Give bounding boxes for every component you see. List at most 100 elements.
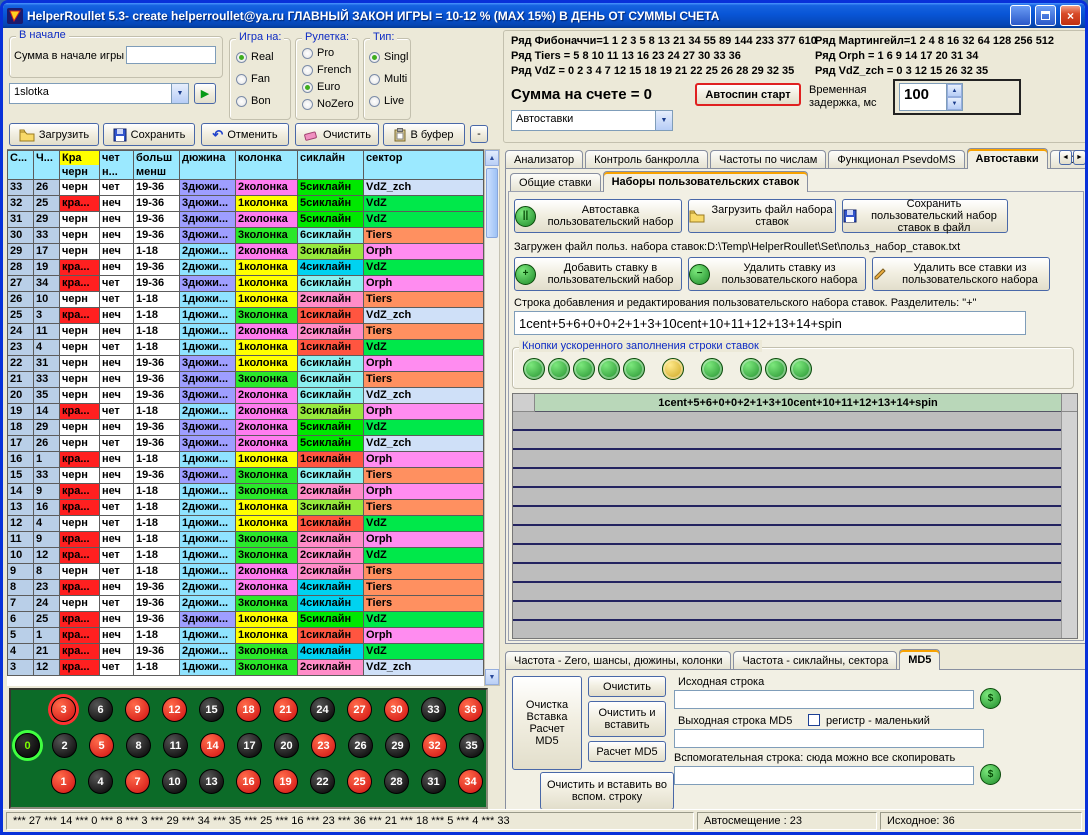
column-header[interactable]: С... bbox=[8, 151, 34, 180]
radio-pro[interactable]: Pro bbox=[302, 47, 334, 59]
roulette-number-33[interactable]: 33 bbox=[421, 697, 446, 722]
table-row[interactable]: 312кра...чет1-181дюжи...3колонка2сиклайн… bbox=[8, 660, 484, 676]
roulette-number-17[interactable]: 17 bbox=[237, 733, 262, 758]
table-row[interactable]: 98чернчет1-181дюжи...2колонка2сиклайнTie… bbox=[8, 564, 484, 580]
roulette-number-27[interactable]: 27 bbox=[347, 697, 372, 722]
md5-source-input[interactable] bbox=[674, 690, 974, 709]
roulette-number-28[interactable]: 28 bbox=[384, 769, 409, 794]
delay-spinner[interactable]: 100 ▲ ▼ bbox=[899, 83, 963, 111]
column-header[interactable]: четн... bbox=[100, 151, 134, 180]
table-row[interactable]: 823кра...неч19-362дюжи...2колонка4сиклай… bbox=[8, 580, 484, 596]
bet-list-row[interactable] bbox=[513, 412, 1061, 431]
column-header[interactable]: колонка bbox=[236, 151, 298, 180]
roulette-number-32[interactable]: 32 bbox=[422, 733, 447, 758]
table-row[interactable]: 1316кра...чет1-182дюжи...1колонка3сиклай… bbox=[8, 500, 484, 516]
table-row[interactable]: 2734кра...чет19-363дюжи...1колонка6сикла… bbox=[8, 276, 484, 292]
column-header[interactable]: дюжина bbox=[180, 151, 236, 180]
delete-all-bets-button[interactable]: Удалить все ставки из пользовательского … bbox=[872, 257, 1050, 291]
radio-nozero[interactable]: NoZero bbox=[302, 98, 354, 110]
radio-multi[interactable]: Multi bbox=[369, 73, 407, 85]
table-row[interactable]: 724чернчет19-362дюжи...3колонка4сиклайнT… bbox=[8, 596, 484, 612]
table-row[interactable]: 1012кра...чет1-181дюжи...3колонка2сиклай… bbox=[8, 548, 484, 564]
bet-list-row[interactable] bbox=[513, 507, 1061, 526]
bet-chip-button[interactable] bbox=[523, 358, 545, 380]
delete-bet-button[interactable]: − Удалить ставку из пользовательского на… bbox=[688, 257, 866, 291]
column-header[interactable]: сектор bbox=[364, 151, 484, 180]
tab-psevdoms[interactable]: Функционал PsevdoMS bbox=[828, 150, 964, 168]
add-bet-button[interactable]: + Добавить ставку в пользовательский наб… bbox=[514, 257, 682, 291]
bet-chip-button[interactable] bbox=[623, 358, 645, 380]
bet-list-row[interactable] bbox=[513, 545, 1061, 564]
minimize-button[interactable]: _ bbox=[1010, 5, 1031, 26]
table-row[interactable]: 3033черннеч19-363дюжи...3колонка6сиклайн… bbox=[8, 228, 484, 244]
bet-chip-button[interactable] bbox=[573, 358, 595, 380]
chevron-down-icon[interactable]: ▼ bbox=[655, 111, 672, 130]
chevron-down-icon[interactable]: ▼ bbox=[171, 84, 188, 103]
roulette-number-6[interactable]: 6 bbox=[88, 697, 113, 722]
scroll-thumb[interactable] bbox=[486, 168, 498, 238]
table-row[interactable]: 2411черннеч1-181дюжи...2колонка2сиклайнT… bbox=[8, 324, 484, 340]
bet-list-row[interactable] bbox=[513, 526, 1061, 545]
bet-chip-button[interactable] bbox=[548, 358, 570, 380]
table-row[interactable]: 2819кра...неч19-362дюжи...1колонка4сикла… bbox=[8, 260, 484, 276]
bet-list-scroll-track[interactable] bbox=[1061, 412, 1077, 638]
roulette-number-14[interactable]: 14 bbox=[200, 733, 225, 758]
roulette-number-12[interactable]: 12 bbox=[162, 697, 187, 722]
roulette-number-29[interactable]: 29 bbox=[385, 733, 410, 758]
lowercase-checkbox[interactable] bbox=[808, 714, 820, 726]
scroll-up-button[interactable]: ▲ bbox=[485, 150, 499, 166]
table-row[interactable]: 3129черннеч19-363дюжи...2колонка5сиклайн… bbox=[8, 212, 484, 228]
table-row[interactable]: 3225кра...неч19-363дюжи...1колонка5сикла… bbox=[8, 196, 484, 212]
spin-down-button[interactable]: ▼ bbox=[947, 97, 962, 110]
table-row[interactable]: 2917черннеч1-182дюжи...2колонка3сиклайнO… bbox=[8, 244, 484, 260]
title-bar[interactable]: HelperRoullet 5.3- create helperroullet@… bbox=[3, 3, 1085, 28]
table-row[interactable]: 3326чернчет19-363дюжи...2колонка5сиклайн… bbox=[8, 180, 484, 196]
radio-real[interactable]: Real bbox=[236, 51, 274, 63]
bet-chip-button[interactable] bbox=[790, 358, 812, 380]
roulette-number-19[interactable]: 19 bbox=[273, 769, 298, 794]
column-header[interactable]: большменш bbox=[134, 151, 180, 180]
table-row[interactable]: 625кра...неч19-363дюжи...1колонка5сиклай… bbox=[8, 612, 484, 628]
table-row[interactable]: 149кра...неч1-181дюжи...3колонка2сиклайн… bbox=[8, 484, 484, 500]
table-row[interactable]: 253кра...неч1-181дюжи...3колонка1сиклайн… bbox=[8, 308, 484, 324]
tab-freq-zero[interactable]: Частота - Zero, шансы, дюжины, колонки bbox=[505, 651, 731, 669]
tab-freq-sixlines[interactable]: Частота - сиклайны, сектора bbox=[733, 651, 897, 669]
md5-clear-button[interactable]: Очистить bbox=[588, 676, 666, 697]
roulette-number-31[interactable]: 31 bbox=[421, 769, 446, 794]
md5-helper-copy-button[interactable]: $ bbox=[980, 764, 1001, 785]
tab-bankroll[interactable]: Контроль банкролла bbox=[585, 150, 708, 168]
table-row[interactable]: 2610чернчет1-181дюжи...1колонка2сиклайнT… bbox=[8, 292, 484, 308]
roulette-number-4[interactable]: 4 bbox=[88, 769, 113, 794]
save-bet-file-button[interactable]: Сохранить пользовательский набор ставок … bbox=[842, 199, 1008, 233]
start-sum-input[interactable] bbox=[126, 46, 216, 64]
table-row[interactable]: 51кра...неч1-181дюжи...1колонка1сиклайнO… bbox=[8, 628, 484, 644]
roulette-number-24[interactable]: 24 bbox=[310, 697, 335, 722]
bet-list-row[interactable] bbox=[513, 602, 1061, 621]
table-row[interactable]: 234чернчет1-181дюжи...1колонка1сиклайнVd… bbox=[8, 340, 484, 356]
radio-singl[interactable]: Singl bbox=[369, 51, 408, 63]
md5-big-button[interactable]: Очистка Вставка Расчет MD5 bbox=[512, 676, 582, 770]
autobets-select[interactable]: Автоставки ▼ bbox=[511, 110, 673, 131]
table-row[interactable]: 421кра...неч19-362дюжи...3колонка4сиклай… bbox=[8, 644, 484, 660]
roulette-number-15[interactable]: 15 bbox=[199, 697, 224, 722]
table-scrollbar[interactable]: ▲ ▼ bbox=[484, 149, 500, 686]
roulette-number-11[interactable]: 11 bbox=[163, 733, 188, 758]
bet-chip-button[interactable] bbox=[765, 358, 787, 380]
autobet-user-set-button[interactable]: || Автоставка пользовательский набор bbox=[514, 199, 682, 233]
bet-chip-button[interactable] bbox=[701, 358, 723, 380]
table-row[interactable]: 161кра...неч1-181дюжи...1колонка1сиклайн… bbox=[8, 452, 484, 468]
maximize-button[interactable] bbox=[1035, 5, 1056, 26]
md5-calc-button[interactable]: Расчет MD5 bbox=[588, 741, 666, 762]
roulette-number-2[interactable]: 2 bbox=[52, 733, 77, 758]
column-header[interactable]: Ч... bbox=[34, 151, 60, 180]
roulette-number-0[interactable]: 0 bbox=[15, 733, 40, 758]
radio-bon[interactable]: Bon bbox=[236, 95, 271, 107]
roulette-number-18[interactable]: 18 bbox=[236, 697, 261, 722]
tab-md5-bottom[interactable]: MD5 bbox=[899, 649, 940, 670]
roulette-number-7[interactable]: 7 bbox=[125, 769, 150, 794]
radio-fan[interactable]: Fan bbox=[236, 73, 270, 85]
roulette-number-23[interactable]: 23 bbox=[311, 733, 336, 758]
radio-french[interactable]: French bbox=[302, 64, 351, 76]
minus-button[interactable]: - bbox=[470, 125, 488, 143]
table-row[interactable]: 124чернчет1-181дюжи...1колонка1сиклайнVd… bbox=[8, 516, 484, 532]
